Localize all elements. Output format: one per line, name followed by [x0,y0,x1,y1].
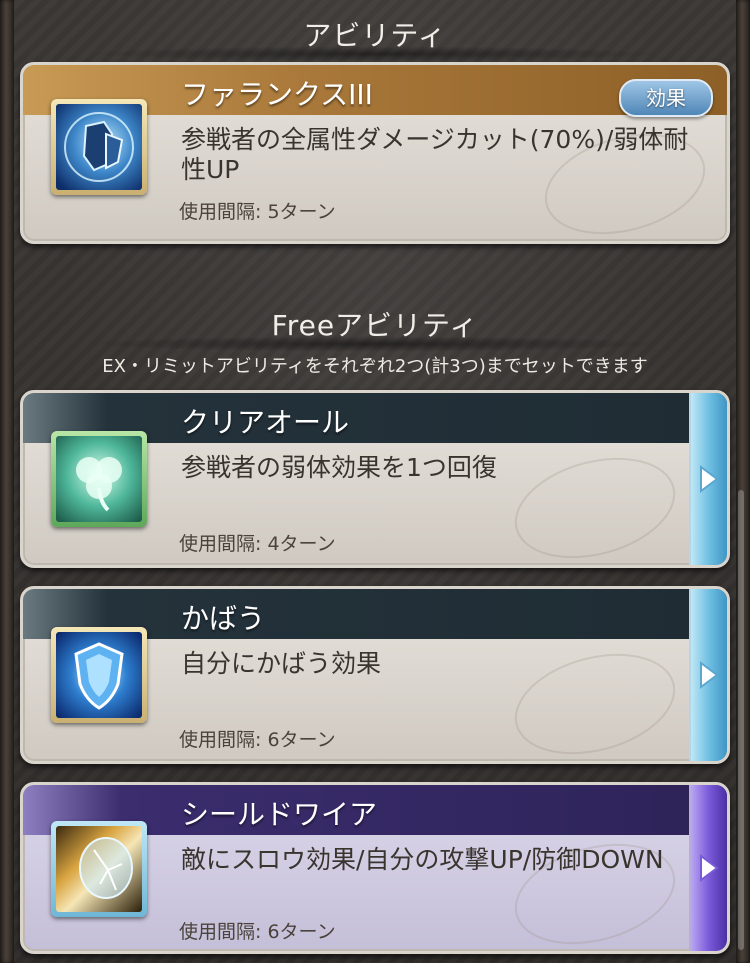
ability-description: 敵にスロウ効果/自分の攻撃UP/防御DOWN [181,845,664,874]
ability-name: クリアオール [181,406,350,439]
chevron-right-icon [700,854,719,882]
free-ability-note: EX・リミットアビリティをそれぞれ2つ(計3つ)までセットできます [102,356,648,377]
clover-icon [51,431,147,527]
shield-shatter-icon [51,821,147,917]
ability-name: ファランクスIII [181,78,373,111]
scrollbar[interactable] [738,490,744,950]
free-ability-card-cover[interactable]: かばう 自分にかばう効果 使用間隔: 6ターン [20,586,730,764]
ability-interval: 使用間隔: 6ターン [179,729,336,751]
ability-interval: 使用間隔: 6ターン [179,921,336,943]
expand-arrow-tab[interactable] [689,785,727,951]
free-ability-section-title: Freeアビリティ [0,304,750,352]
ability-description: 参戦者の全属性ダメージカット(70%)/弱体耐性UP [181,125,689,184]
left-frame-border [0,0,14,963]
shield-icon [51,627,147,723]
chevron-right-icon [700,465,719,493]
ability-section-title: アビリティ [0,14,750,62]
free-ability-card-shield-wire[interactable]: シールドワイア 敵にスロウ効果/自分の攻撃UP/防御DOWN 使用間隔: 6ター… [20,782,730,954]
knight-shield-icon [51,99,147,195]
expand-arrow-tab[interactable] [689,589,727,761]
ability-name: かばう [181,602,266,635]
ability-description: 自分にかばう効果 [181,649,382,678]
ability-name: シールドワイア [181,798,378,831]
effect-button[interactable]: 効果 [619,79,713,117]
chevron-right-icon [700,661,719,689]
ability-card-phalanx[interactable]: ファランクスIII 効果 参戦者の全属性ダメージカット(70%)/弱体耐性UP … [20,62,730,244]
ability-interval: 使用間隔: 5ターン [179,201,336,223]
expand-arrow-tab[interactable] [689,393,727,565]
free-ability-card-clear-all[interactable]: クリアオール 参戦者の弱体効果を1つ回復 使用間隔: 4ターン [20,390,730,568]
ability-description: 参戦者の弱体効果を1つ回復 [181,453,497,482]
ability-interval: 使用間隔: 4ターン [179,533,336,555]
